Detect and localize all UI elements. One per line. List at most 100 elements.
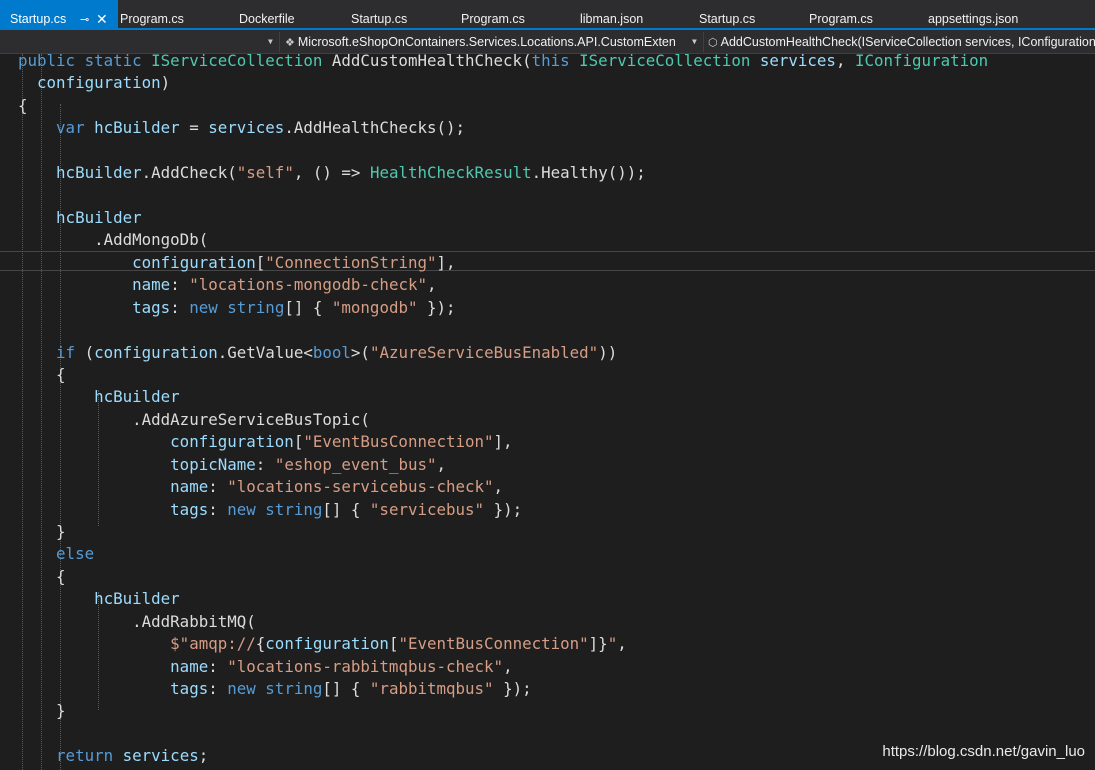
code-token: .AddCheck( [141, 163, 237, 183]
code-token: } [18, 701, 66, 721]
divider [703, 32, 704, 52]
code-token: = [189, 118, 209, 138]
code-token: : [170, 275, 190, 295]
code-token: "mongodb" [331, 297, 418, 317]
code-token: , [835, 51, 855, 70]
tab-startup-cs-active[interactable]: Startup.cs ⊸ ✕ [0, 0, 118, 28]
code-line: name: "locations-rabbitmqbus-check", [18, 656, 512, 678]
code-line: hcBuilder [18, 207, 142, 229]
code-token: "ConnectionString" [265, 252, 437, 272]
code-token: else [56, 544, 95, 564]
code-line: { [18, 364, 66, 386]
code-line: configuration["ConnectionString"], [18, 252, 456, 274]
tab-label: Program.cs [461, 12, 525, 26]
code-token: ; [198, 746, 209, 766]
code-token: IServiceCollection [151, 51, 332, 70]
code-token: $"amqp:// [170, 634, 256, 654]
code-token: hcBuilder [94, 589, 180, 609]
tab-label: Program.cs [809, 12, 873, 26]
code-token: "EventBusConnection" [303, 432, 494, 452]
tab-label: Dockerfile [239, 12, 295, 26]
code-token: ], [493, 432, 513, 452]
code-token: , [617, 634, 627, 654]
tab-appsettings-json[interactable]: appsettings.json [928, 0, 1018, 28]
tab-label: libman.json [580, 12, 644, 26]
code-token: [] { [322, 679, 370, 699]
tab-startup-cs[interactable]: Startup.cs [351, 0, 407, 28]
code-token: "locations-rabbitmqbus-check" [227, 656, 504, 676]
code-token: return [56, 746, 123, 766]
code-line: return services; [18, 745, 208, 767]
code-token: "locations-mongodb-check" [189, 275, 427, 295]
code-token: "servicebus" [369, 499, 485, 519]
code-token: : [208, 679, 228, 699]
tab-program-cs[interactable]: Program.cs [120, 0, 184, 28]
code-token: configuration [37, 73, 161, 93]
code-token: { [255, 634, 266, 654]
code-token: services [208, 118, 285, 138]
code-token: , () => [293, 163, 370, 183]
code-line: .AddRabbitMQ( [18, 611, 256, 633]
code-line: } [18, 521, 66, 543]
code-token: tags [170, 499, 209, 519]
code-token: configuration [170, 432, 294, 452]
code-token: [] { [322, 499, 370, 519]
code-token: AddCustomHealthCheck( [331, 51, 532, 70]
tab-program-cs[interactable]: Program.cs [461, 0, 525, 28]
tab-libman-json[interactable]: libman.json [580, 0, 643, 28]
code-token: ], [436, 252, 456, 272]
member-dropdown[interactable]: ⬡ AddCustomHealthCheck(IServiceCollection… [708, 33, 1095, 51]
code-token: "locations-servicebus-check" [227, 477, 494, 497]
code-token: .AddHealthChecks(); [284, 118, 466, 138]
watermark: https://blog.csdn.net/gavin_luo [882, 743, 1085, 760]
method-icon: ⬡ [708, 37, 718, 49]
member-dropdown-value: AddCustomHealthCheck(IServiceCollection … [720, 35, 1095, 49]
tab-startup-cs[interactable]: Startup.cs [699, 0, 755, 28]
chevron-down-icon[interactable]: ▼ [692, 33, 697, 51]
code-line: topicName: "eshop_event_bus", [18, 454, 446, 476]
code-line: configuration) [18, 72, 170, 94]
type-dropdown[interactable]: ❖ Microsoft.eShopOnContainers.Services.Lo… [285, 33, 687, 51]
code-token: : [255, 454, 275, 474]
code-token: hcBuilder [94, 118, 190, 138]
code-token: "rabbitmqbus" [369, 679, 494, 699]
code-token: hcBuilder [56, 208, 142, 227]
code-token: { [18, 566, 66, 586]
tab-dockerfile[interactable]: Dockerfile [239, 0, 295, 28]
code-token: "AzureServiceBusEnabled" [369, 342, 599, 362]
code-token: services [759, 51, 836, 70]
code-line: if (configuration.GetValue<bool>("AzureS… [18, 342, 617, 364]
code-line: tags: new string[] { "rabbitmqbus" }); [18, 678, 531, 700]
code-token: .AddMongoDb( [18, 230, 209, 250]
code-line: .AddAzureServiceBusTopic( [18, 409, 370, 431]
code-token: bool [312, 342, 351, 362]
code-token: tags [170, 679, 209, 699]
chevron-down-icon[interactable]: ▼ [268, 33, 273, 51]
code-editor[interactable]: public static IServiceCollection AddCust… [0, 51, 1095, 770]
code-token: : [208, 656, 228, 676]
code-line: } [18, 700, 66, 722]
code-token: { [18, 95, 28, 115]
code-token: HealthCheckResult [369, 163, 532, 183]
code-line: $"amqp://{configuration["EventBusConnect… [18, 633, 627, 655]
code-token: var [56, 118, 95, 138]
code-token: }); [417, 297, 456, 317]
tab-program-cs[interactable]: Program.cs [809, 0, 873, 28]
code-token: }); [484, 499, 523, 519]
